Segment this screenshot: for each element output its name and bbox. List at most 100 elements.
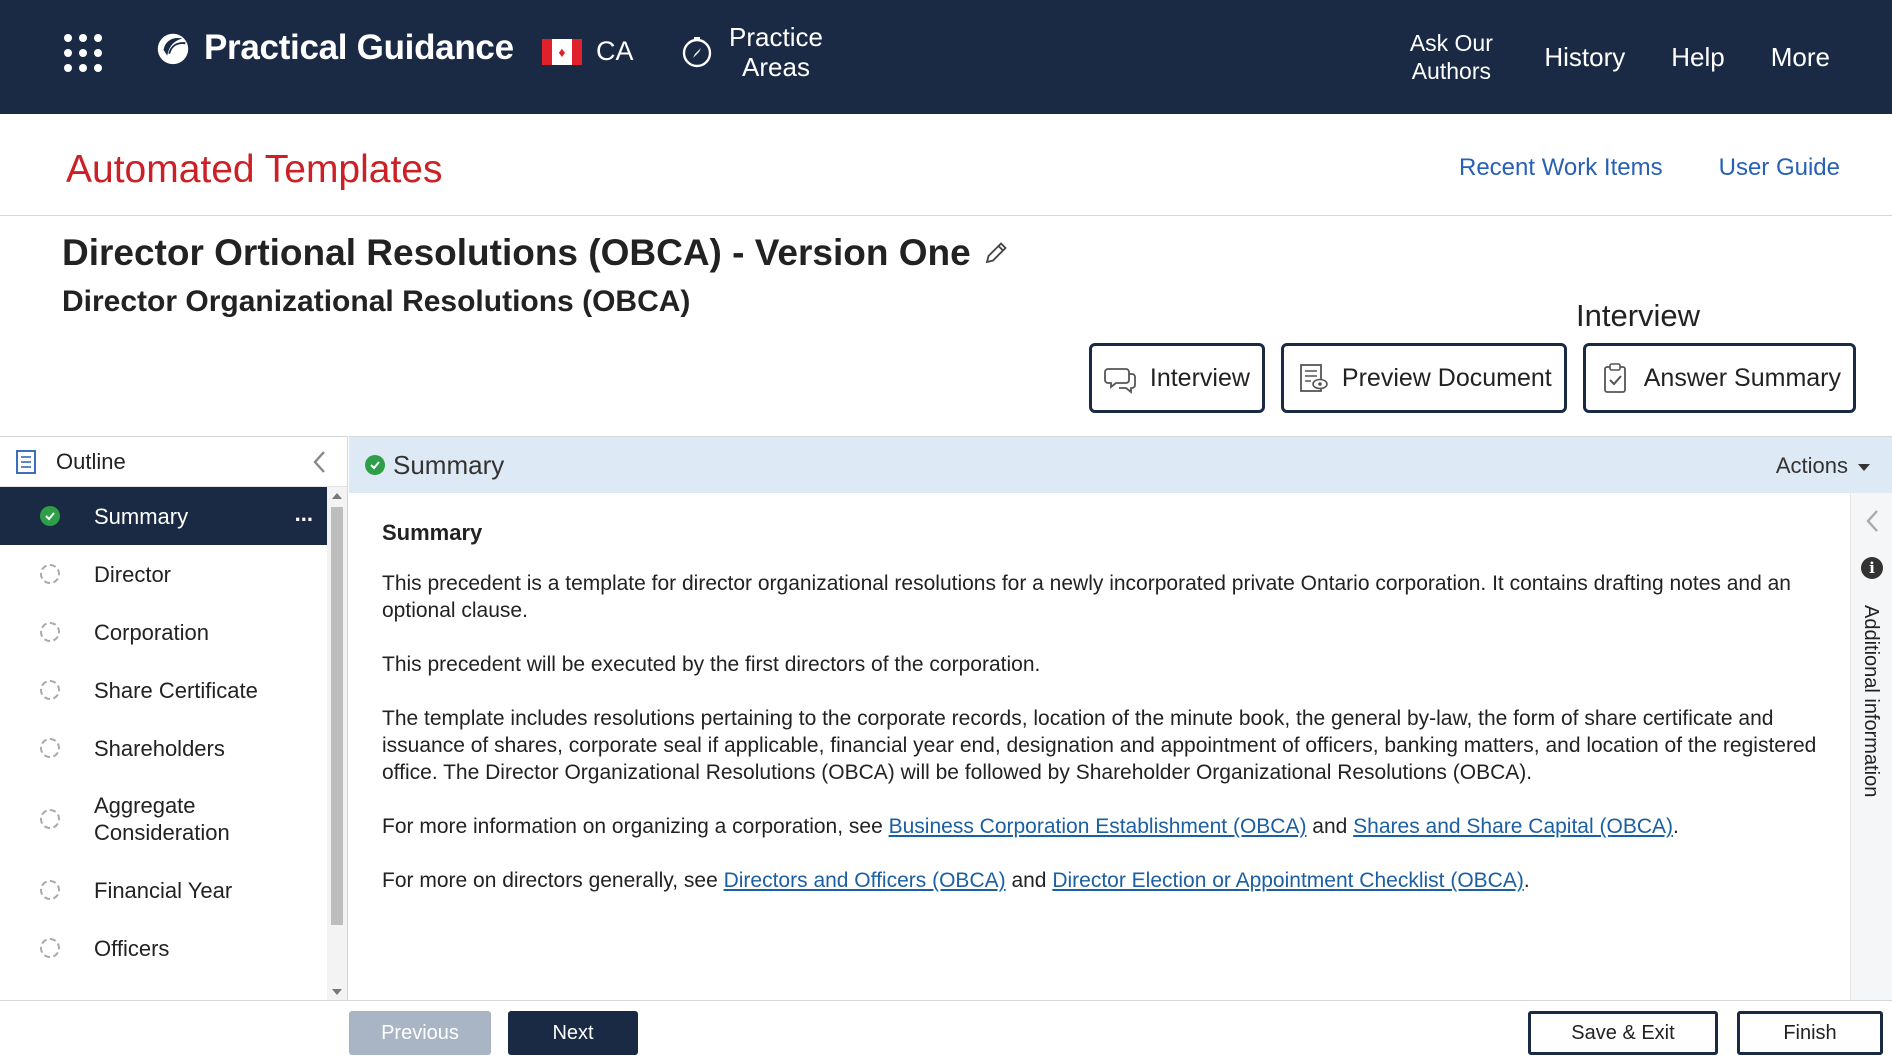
canada-flag-icon: ♦ [542, 38, 582, 65]
business-corporation-establishment-link[interactable]: Business Corporation Establishment (OBCA… [889, 815, 1307, 838]
paragraph-5: For more on directors generally, see Dir… [382, 867, 1837, 894]
practice-areas-menu[interactable]: Practice Areas [680, 22, 826, 82]
more-options-icon[interactable]: ... [295, 501, 313, 527]
paragraph-4: For more information on organizing a cor… [382, 813, 1837, 840]
p4-prefix: For more information on organizing a cor… [382, 815, 889, 838]
document-title: Director Ortional Resolutions (OBCA) - V… [62, 232, 1009, 274]
pending-status-icon [40, 880, 60, 900]
next-button[interactable]: Next [508, 1011, 638, 1055]
content-header: Summary Actions [349, 437, 1892, 493]
brand[interactable]: Practical Guidance [154, 28, 514, 68]
p4-mid: and [1306, 815, 1354, 838]
document-preview-icon [1300, 364, 1328, 392]
directors-and-officers-link[interactable]: Directors and Officers (OBCA) [724, 869, 1006, 892]
additional-information-label[interactable]: Additional information [1859, 605, 1882, 797]
pending-status-icon [40, 622, 60, 642]
recent-work-items-link[interactable]: Recent Work Items [1459, 154, 1663, 182]
pending-status-icon [40, 809, 60, 829]
content-panel: Summary Actions Summary This precedent i… [349, 436, 1892, 1001]
preview-document-button[interactable]: Preview Document [1280, 343, 1567, 413]
clipboard-check-icon [1603, 363, 1626, 393]
pencil-edit-icon[interactable] [983, 240, 1009, 266]
outline-scrollbar[interactable] [327, 487, 347, 1001]
content-body: Summary This precedent is a template for… [382, 519, 1837, 921]
outline-item-label: Share Certificate [94, 677, 258, 703]
previous-button[interactable]: Previous [349, 1011, 491, 1055]
outline-item-summary[interactable]: Summary ... [0, 487, 327, 545]
section-title: Summary [393, 449, 505, 480]
shares-and-share-capital-link[interactable]: Shares and Share Capital (OBCA) [1353, 815, 1673, 838]
p5-mid: and [1005, 869, 1053, 892]
app-header: Automated Templates Recent Work Items Us… [0, 114, 1892, 216]
expand-panel-chevron-icon[interactable] [1863, 507, 1883, 535]
additional-information-panel: i Additional information [1850, 493, 1892, 1001]
paragraph-1: This precedent is a template for directo… [382, 572, 1791, 622]
nav-right-links: Ask Our Authors History Help More [1404, 0, 1892, 114]
outline-list-icon [16, 449, 36, 474]
actions-dropdown[interactable]: Actions [1776, 453, 1870, 479]
region-selector[interactable]: ♦ CA [542, 36, 634, 67]
pending-status-icon [40, 738, 60, 758]
preview-document-button-label: Preview Document [1341, 363, 1552, 392]
compass-icon [682, 37, 712, 68]
chat-bubbles-icon [1103, 368, 1136, 394]
practice-areas-label: Practice Areas [729, 22, 823, 82]
current-mode-label: Interview [1576, 298, 1701, 333]
outline-item-share-certificate[interactable]: Share Certificate [0, 661, 327, 719]
outline-item-director[interactable]: Director [0, 545, 327, 603]
outline-item-aggregate-consideration[interactable]: Aggregate Consideration [0, 777, 327, 861]
document-title-text: Director Ortional Resolutions (OBCA) - V… [62, 232, 971, 273]
content-heading: Summary [382, 520, 483, 545]
pending-status-icon [40, 564, 60, 584]
answer-summary-button-label: Answer Summary [1643, 363, 1841, 392]
caret-down-icon [1858, 464, 1870, 471]
user-guide-link[interactable]: User Guide [1719, 154, 1840, 182]
complete-check-icon [40, 506, 60, 526]
apps-grid-icon[interactable] [64, 34, 102, 72]
nav-more[interactable]: More [1771, 42, 1830, 72]
actions-label: Actions [1775, 453, 1848, 478]
nav-ask-our-authors[interactable]: Ask Our Authors [1404, 29, 1498, 85]
region-label: CA [596, 36, 634, 66]
top-navigation-bar: Practical Guidance ♦ CA Practice Areas A… [0, 0, 1892, 114]
nav-help[interactable]: Help [1671, 42, 1724, 72]
footer-bar: Previous Next Save & Exit Finish [0, 1000, 1892, 1057]
collapse-outline-chevron-icon[interactable] [309, 449, 331, 475]
paragraph-3: The template includes resolutions pertai… [382, 707, 1817, 784]
scroll-up-arrow-icon[interactable] [332, 493, 342, 499]
scroll-down-arrow-icon[interactable] [332, 989, 342, 995]
p5-prefix: For more on directors generally, see [382, 869, 724, 892]
outline-item-corporation[interactable]: Corporation [0, 603, 327, 661]
outline-item-officers[interactable]: Officers [0, 919, 327, 977]
outline-item-label: Officers [94, 935, 170, 961]
director-election-checklist-link[interactable]: Director Election or Appointment Checkli… [1052, 869, 1524, 892]
outline-item-label: Aggregate Consideration [94, 793, 230, 845]
outline-header: Outline [0, 437, 347, 487]
paragraph-2: This precedent will be executed by the f… [382, 653, 1041, 676]
info-icon[interactable]: i [1861, 557, 1883, 579]
p5-suffix: . [1523, 869, 1530, 892]
outline-item-financial-year[interactable]: Financial Year [0, 861, 327, 919]
outline-item-label: Corporation [94, 619, 209, 645]
pending-status-icon [40, 938, 60, 958]
mode-buttons: Interview Preview Document Answer Summar… [1073, 343, 1856, 413]
pending-status-icon [40, 680, 60, 700]
app-title: Automated Templates [66, 148, 443, 191]
document-subtitle: Director Organizational Resolutions (OBC… [62, 285, 691, 318]
header-links: Recent Work Items User Guide [1403, 154, 1840, 182]
outline-item-label: Director [94, 561, 172, 587]
outline-scroll-thumb[interactable] [331, 507, 343, 925]
outline-item-label: Summary [94, 503, 189, 529]
interview-button-label: Interview [1149, 363, 1250, 392]
answer-summary-button[interactable]: Answer Summary [1582, 343, 1856, 413]
complete-check-icon [365, 455, 385, 475]
finish-button[interactable]: Finish [1737, 1011, 1883, 1055]
nav-history[interactable]: History [1544, 42, 1625, 72]
outline-title: Outline [56, 448, 126, 474]
p4-suffix: . [1673, 815, 1679, 838]
outline-item-shareholders[interactable]: Shareholders [0, 719, 327, 777]
save-exit-button[interactable]: Save & Exit [1528, 1011, 1718, 1055]
outline-list: Summary ... Director Corporation Share C… [0, 487, 327, 1001]
interview-button[interactable]: Interview [1088, 343, 1265, 413]
outline-item-label: Shareholders [94, 735, 225, 761]
